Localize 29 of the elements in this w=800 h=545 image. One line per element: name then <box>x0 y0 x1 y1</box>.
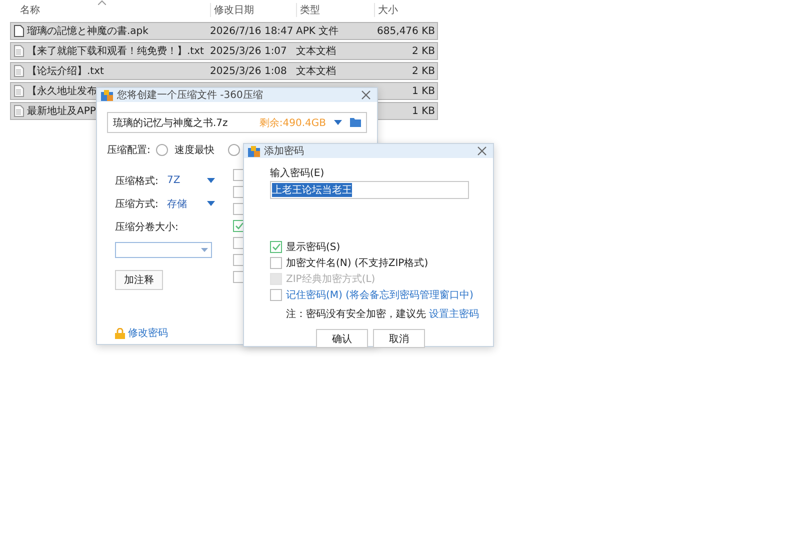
option-label: 记住密码(M) (将会备忘到密码管理窗口中) <box>286 288 474 302</box>
option-label: ZIP经典加密方式(L) <box>286 272 376 286</box>
file-type: 文本文档 <box>296 46 336 57</box>
format-label: 压缩格式: <box>115 174 160 188</box>
option-label: 加密文件名(N) (不支持ZIP格式) <box>286 256 428 270</box>
file-size: 1 KB <box>411 106 436 116</box>
window-title: 添加密码 <box>264 144 305 158</box>
volume-label: 压缩分卷大小: <box>115 220 178 234</box>
window-title: 您将创建一个压缩文件 -360压缩 <box>117 88 264 102</box>
password-label: 输入密码(E) <box>270 166 326 180</box>
file-name: 【论坛介绍】.txt <box>27 64 104 78</box>
file-date: 2025/3/26 1:08 <box>210 66 287 76</box>
file-name: 【来了就能下载和观看！纯免费！】.txt <box>27 44 204 58</box>
file-size: 2 KB <box>411 46 436 56</box>
file-size: 1 KB <box>411 86 436 96</box>
file-name: 【永久地址发布 <box>27 84 97 98</box>
file-name: 最新地址及APP <box>27 104 96 118</box>
file-type: APK 文件 <box>296 26 339 37</box>
option-label: 显示密码(S) <box>286 240 340 254</box>
radio-label: 速度最快 <box>174 144 214 157</box>
file-date: 2026/7/16 18:47 <box>210 26 294 36</box>
file-type: 文本文档 <box>296 66 336 77</box>
note-text: 注：密码没有安全加密，建议先 <box>286 308 426 321</box>
file-date: 2025/3/26 1:07 <box>210 46 287 56</box>
file-name: 瑠璃の記憶と神魔の書.apk <box>27 24 148 38</box>
file-size: 2 KB <box>411 66 436 76</box>
file-size: 685,476 KB <box>376 26 436 36</box>
config-label: 压缩配置: <box>107 144 150 157</box>
method-label: 压缩方式: <box>115 198 160 210</box>
